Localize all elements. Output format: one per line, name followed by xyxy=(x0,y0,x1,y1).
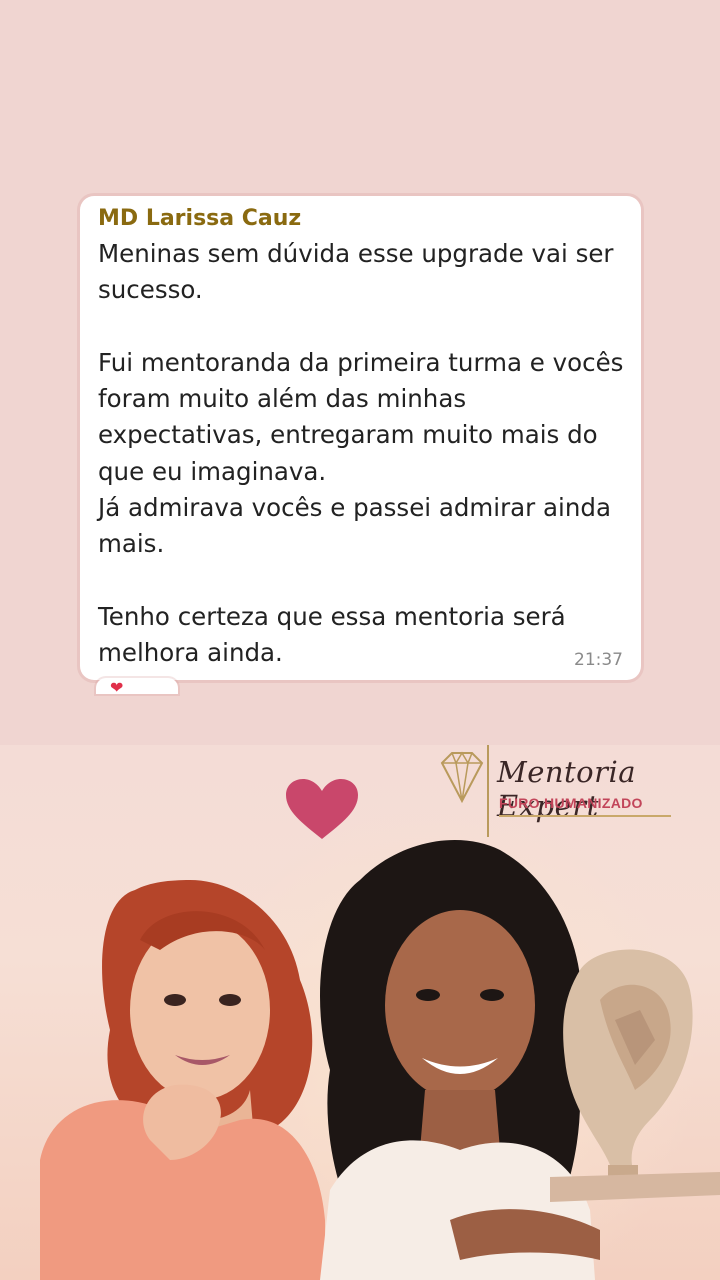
logo-underline xyxy=(499,815,671,817)
woman-left-photo xyxy=(40,880,325,1280)
reaction-heart-icon: ❤ xyxy=(110,678,124,695)
logo-divider xyxy=(487,745,489,837)
chat-message-bubble[interactable]: MD Larissa Cauz Meninas sem dúvida esse … xyxy=(80,196,641,680)
message-time: 21:37 xyxy=(574,650,623,670)
diamond-logo-icon xyxy=(440,751,484,804)
logo-title: Mentoria Expert xyxy=(497,755,637,823)
logo-subtitle: FURO HUMANIZADO xyxy=(499,795,643,811)
promo-banner-image: Mentoria Expert FURO HUMANIZADO xyxy=(0,745,720,1280)
message-sender: MD Larissa Cauz xyxy=(98,206,302,231)
message-text: Meninas sem dúvida esse upgrade vai ser … xyxy=(98,239,624,668)
message-reaction[interactable]: ❤ xyxy=(96,678,178,694)
ear-sculpture-trophy xyxy=(550,949,720,1202)
